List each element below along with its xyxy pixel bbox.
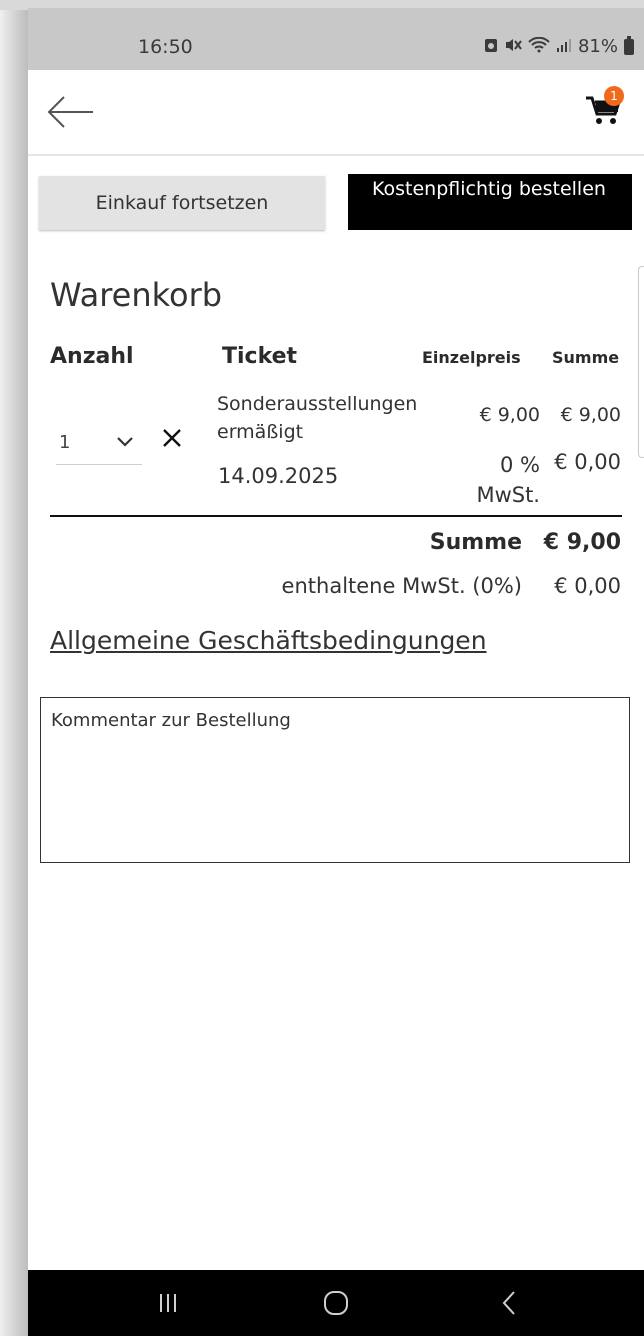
back-arrow-icon[interactable] <box>46 94 96 130</box>
unit-price: € 9,00 <box>479 404 540 426</box>
line-sum: € 9,00 <box>560 404 621 426</box>
total-vat-label: enthaltene MwSt. (0%) <box>281 574 522 598</box>
ticket-name: Sonderausstellungen ermäßigt <box>217 393 418 443</box>
app-header: 1 <box>28 70 644 156</box>
page-title: Warenkorb <box>50 276 223 314</box>
system-navigation-bar <box>28 1270 644 1336</box>
chevron-down-icon <box>117 437 133 447</box>
column-header-quantity: Anzahl <box>50 344 134 369</box>
total-label: Summe <box>429 530 522 555</box>
back-icon[interactable] <box>490 1288 530 1318</box>
quantity-value: 1 <box>59 432 71 453</box>
status-bar: 16:50 81% <box>28 8 644 70</box>
status-time: 16:50 <box>138 36 193 58</box>
close-icon[interactable] <box>160 426 184 450</box>
vat-rate: 0 % MwSt. <box>476 453 540 507</box>
notification-icon <box>484 37 498 57</box>
place-order-button[interactable]: Kostenpflichtig bestellen <box>348 174 632 230</box>
terms-link[interactable]: Allgemeine Geschäftsbedingungen <box>50 626 487 655</box>
quantity-select[interactable]: 1 <box>56 424 142 465</box>
battery-icon <box>624 35 634 55</box>
vat-amount: € 0,00 <box>554 450 621 474</box>
phone-screen: 16:50 81% 1 Einkauf fortsetzen Kostenpfl… <box>28 8 644 1336</box>
column-header-ticket: Ticket <box>222 344 298 369</box>
total-vat-value: € 0,00 <box>554 574 621 598</box>
signal-icon <box>556 37 572 57</box>
divider <box>50 515 622 517</box>
mute-icon <box>504 37 522 57</box>
battery-percent: 81% <box>577 36 618 57</box>
column-header-unit-price: Einzelpreis <box>422 348 521 367</box>
cart-count-badge: 1 <box>604 86 624 106</box>
total-value: € 9,00 <box>543 530 621 555</box>
home-icon[interactable] <box>316 1288 356 1318</box>
status-icons: 81% <box>484 35 634 57</box>
ticket-date: 14.09.2025 <box>218 464 339 488</box>
continue-shopping-button[interactable]: Einkauf fortsetzen <box>39 176 325 230</box>
scrollbar[interactable] <box>638 266 644 458</box>
column-header-sum: Summe <box>552 348 620 367</box>
recent-apps-icon[interactable] <box>148 1288 188 1318</box>
wifi-icon <box>528 36 550 57</box>
window-shadow <box>0 10 28 1336</box>
order-comment-field[interactable] <box>40 697 630 863</box>
